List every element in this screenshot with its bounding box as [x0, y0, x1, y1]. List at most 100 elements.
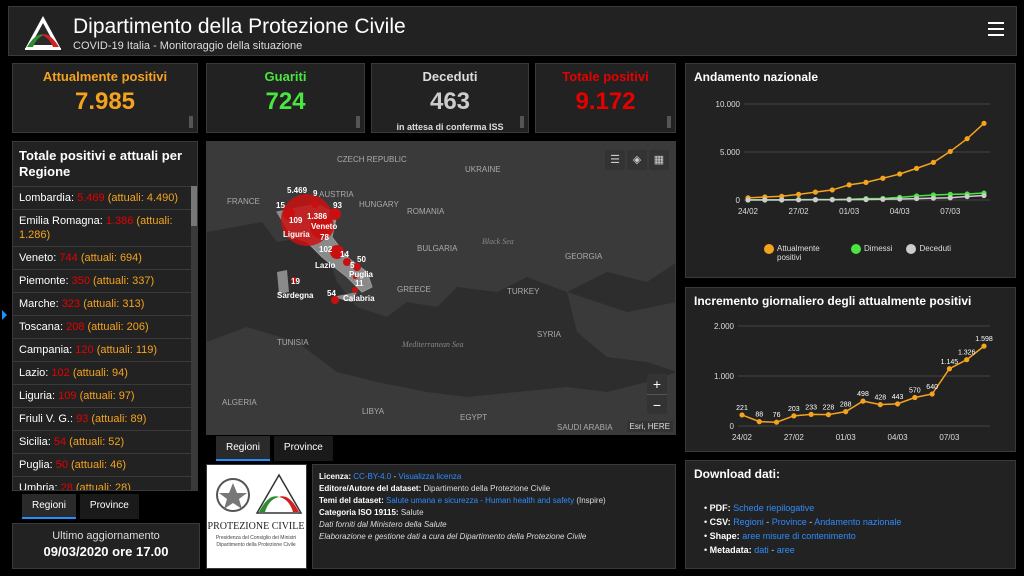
x-tick-label: 27/02 [789, 207, 810, 216]
region-total: 54 [53, 436, 67, 448]
region-list-item[interactable]: Campania: 120 (attuali: 119) [13, 338, 191, 361]
map-toolbar: ☰ ◈ ▦ [605, 150, 669, 170]
tab-regioni[interactable]: Regioni [216, 436, 270, 461]
x-tick-label: 01/03 [836, 433, 857, 442]
series-line [741, 345, 985, 423]
data-label: 288 [840, 402, 852, 409]
y-tick-label: 1.000 [714, 372, 735, 381]
metadata-dati-link[interactable]: dati [754, 545, 769, 555]
download-csv: CSV: Regioni - Province - Andamento nazi… [704, 515, 1015, 529]
data-point [863, 196, 869, 203]
region-name: Puglia: [19, 459, 53, 471]
region-current: (attuali: 337) [93, 275, 155, 287]
data-point [745, 197, 751, 203]
x-tick-label: 07/03 [939, 433, 960, 442]
stat-totale-positivi: Totale positivi 9.172 [535, 63, 676, 133]
scrollbar-thumb[interactable] [191, 186, 197, 226]
download-label: CSV: [709, 517, 731, 527]
region-list[interactable]: Lombardia: 5.469 (attuali: 4.490) Emilia … [13, 186, 191, 490]
x-tick-label: 01/03 [839, 207, 860, 216]
data-point [894, 401, 901, 407]
map-label-libya: LIBYA [362, 407, 385, 416]
chart-andamento-nazionale: Andamento nazionale 0 5.000 10.000 24/02 27/… [685, 63, 1016, 278]
region-list-item[interactable]: Piemonte: 350 (attuali: 337) [13, 269, 191, 292]
visualizza-licenza-link[interactable]: Visualizza licenza [398, 472, 461, 481]
map-label-tunisia: TUNISIA [277, 338, 309, 347]
map-count: 54 [327, 289, 336, 298]
chart-incremento-plot: 0 1.000 2.000 24/02 27/02 01/03 04/03 07/03 221 8… [714, 322, 993, 442]
legend-item-dimessi[interactable]: Dimessi [851, 244, 892, 262]
legend-item-attualmente-positivi[interactable]: Attualmente positivi [764, 244, 837, 262]
info-label: Categoria ISO 19115: [319, 508, 399, 517]
tab-province[interactable]: Province [273, 436, 333, 461]
download-label: Metadata: [709, 545, 752, 555]
csv-regioni-link[interactable]: Regioni [733, 517, 764, 527]
data-point [825, 412, 832, 418]
region-list-item[interactable]: Puglia: 50 (attuali: 46) [13, 453, 191, 476]
region-list-item[interactable]: Lombardia: 5.469 (attuali: 4.490) [13, 186, 191, 209]
zoom-out-button[interactable]: − [647, 394, 667, 414]
map-count: 5.469 [287, 186, 308, 195]
hamburger-menu-icon[interactable] [988, 22, 1004, 38]
region-list-item[interactable]: Toscana: 208 (attuali: 206) [13, 315, 191, 338]
region-total: 208 [66, 321, 85, 333]
data-point [877, 402, 883, 408]
data-label: 443 [892, 394, 904, 401]
region-list-item[interactable]: Lazio: 102 (attuali: 94) [13, 361, 191, 384]
region-list-item[interactable]: Veneto: 744 (attuali: 694) [13, 246, 191, 269]
tab-regioni[interactable]: Regioni [22, 494, 76, 519]
data-label: 1.145 [941, 359, 959, 366]
stat-attualmente-positivi: Attualmente positivi 7.985 [12, 63, 198, 133]
map-count: 15 [276, 201, 285, 210]
map-canvas[interactable]: FRANCE CZECH REPUBLIC AUSTRIA HUNGARY UK… [207, 142, 676, 435]
data-point [930, 159, 937, 166]
region-list-item[interactable]: Marche: 323 (attuali: 313) [13, 292, 191, 315]
csv-nazionale-link[interactable]: Andamento nazionale [814, 517, 901, 527]
info-value: (Inspire) [576, 496, 606, 505]
data-label: 1.326 [958, 350, 976, 357]
data-point [829, 197, 835, 203]
tab-province[interactable]: Province [79, 494, 139, 519]
region-total: 102 [51, 367, 70, 379]
data-point [913, 195, 920, 202]
map-region-label: Veneto [311, 222, 337, 231]
layers-icon[interactable]: ◈ [627, 150, 647, 170]
region-list-item[interactable]: Friuli V. G.: 93 (attuali: 89) [13, 407, 191, 430]
region-name: Friuli V. G.: [19, 413, 73, 425]
separator: - [766, 517, 770, 527]
resize-handle [520, 116, 524, 128]
qr-code-icon[interactable]: ▦ [649, 150, 669, 170]
data-point [880, 175, 886, 181]
region-list-item[interactable]: Sicilia: 54 (attuali: 52) [13, 430, 191, 453]
map-label-mediterranean-sea: Mediterranean Sea [401, 340, 464, 349]
region-list-item[interactable]: Umbria: 28 (attuali: 28) [13, 476, 191, 490]
x-tick-label: 24/02 [738, 207, 759, 216]
map-view[interactable]: FRANCE CZECH REPUBLIC AUSTRIA HUNGARY UK… [206, 141, 676, 435]
separator: - [393, 472, 397, 481]
region-list-scrollbar[interactable] [191, 186, 197, 490]
zoom-in-button[interactable]: + [647, 374, 667, 394]
data-label: 640 [926, 384, 938, 391]
data-point [779, 197, 785, 203]
data-point [981, 120, 987, 126]
licenza-link[interactable]: CC-BY-4.0 [353, 472, 391, 481]
shape-link[interactable]: aree misure di contenimento [742, 531, 856, 541]
region-total: 93 [76, 413, 89, 425]
region-list-item[interactable]: Emilia Romagna: 1.386 (attuali: 1.286) [13, 209, 191, 246]
pdf-link[interactable]: Schede riepilogative [733, 503, 814, 513]
list-icon[interactable]: ☰ [605, 150, 625, 170]
expand-sidebar-icon[interactable] [2, 310, 7, 320]
chart-legend: Attualmente positivi Dimessi Deceduti [764, 244, 951, 262]
map-label-black-sea: Black Sea [482, 237, 514, 246]
stat-value: 724 [265, 88, 306, 115]
csv-province-link[interactable]: Province [772, 517, 807, 527]
region-list-item[interactable]: Liguria: 109 (attuali: 97) [13, 384, 191, 407]
temi-link[interactable]: Salute umana e sicurezza - Human health … [386, 496, 574, 505]
legend-item-deceduti[interactable]: Deceduti [906, 244, 951, 262]
map-count: 78 [320, 233, 329, 242]
region-total: 50 [55, 459, 68, 471]
region-current: (attuali: 28) [75, 482, 131, 490]
resize-handle [667, 116, 671, 128]
metadata-aree-link[interactable]: aree [777, 545, 795, 555]
map-label-greece: GREECE [397, 285, 431, 294]
